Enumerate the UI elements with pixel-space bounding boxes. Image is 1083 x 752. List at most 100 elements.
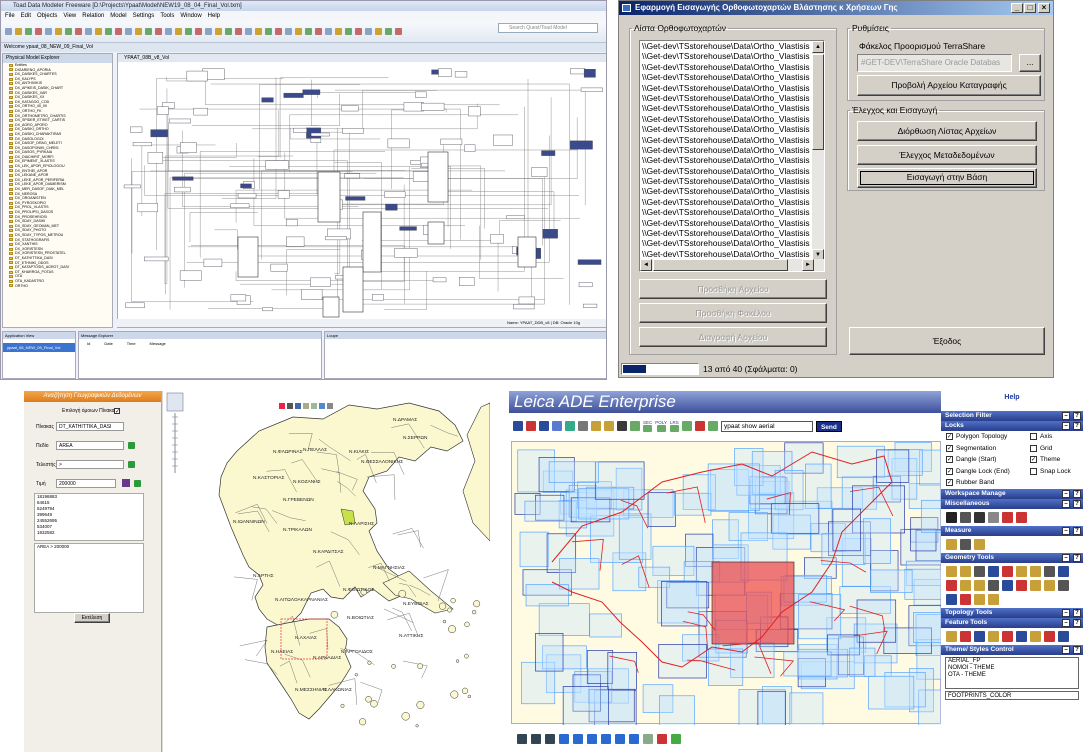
toolbar-icon[interactable] (25, 28, 32, 35)
section-header[interactable]: Workspace Manage –? (941, 488, 1083, 499)
footprint-color-item[interactable]: FOOTPRINTS_COLOR (945, 690, 1079, 700)
toolbar-icon[interactable] (365, 28, 372, 35)
lock-option[interactable]: ✓ Dangle (Start) (941, 454, 1025, 466)
toolbar-icon[interactable] (85, 28, 92, 35)
save-icon[interactable] (122, 479, 130, 487)
ortho-file-item[interactable]: \\Get-dev\TSstorehouse\Data\Ortho_Vlasti… (640, 228, 810, 238)
toolbar-icon[interactable] (65, 28, 72, 35)
ortho-file-item[interactable]: \\Get-dev\TSstorehouse\Data\Ortho_Vlasti… (640, 176, 810, 186)
lock-checkbox[interactable]: ✓ (946, 456, 953, 464)
toolbar-icon[interactable] (195, 28, 202, 35)
toolbar-icon[interactable] (105, 28, 112, 35)
nav-icon[interactable] (545, 734, 555, 744)
nav-icon[interactable] (601, 734, 611, 744)
tool-icon[interactable] (974, 538, 985, 550)
tool-icon[interactable] (1016, 565, 1027, 577)
toolbar-icon[interactable] (165, 28, 172, 35)
toolbar-icon[interactable] (315, 28, 322, 35)
add-operator-icon[interactable] (128, 461, 135, 468)
lock-option[interactable]: Snap Lock (1025, 466, 1071, 478)
tool-icon[interactable] (1044, 565, 1055, 577)
toolbar-icon[interactable] (325, 28, 332, 35)
scroll-right-icon[interactable]: ► (802, 259, 814, 271)
select-all-checkbox[interactable]: ✓ (114, 408, 120, 415)
tool-icon[interactable] (960, 630, 971, 642)
toolbar-icon[interactable] (245, 28, 252, 35)
close-icon[interactable]: × (1038, 3, 1050, 13)
import-to-db-button[interactable]: Εισαγωγή στην Βάση (857, 168, 1037, 188)
ortho-file-item[interactable]: \\Get-dev\TSstorehouse\Data\Ortho_Vlasti… (640, 124, 810, 134)
toolbar-icon[interactable] (145, 28, 152, 35)
ortho-file-list[interactable]: \\Get-dev\TSstorehouse\Data\Ortho_Vlasti… (639, 40, 825, 272)
help-icon[interactable]: ? (1073, 645, 1081, 654)
menu-item[interactable]: Help (208, 11, 220, 21)
tool-icon[interactable] (1058, 630, 1069, 642)
toolbar-icon[interactable] (385, 28, 392, 35)
tool-icon[interactable] (1030, 579, 1041, 591)
toolbar-icon[interactable] (175, 28, 182, 35)
query-box[interactable]: AREA > 200000 (34, 543, 144, 613)
toolbar-icon[interactable] (235, 28, 242, 35)
ortho-file-item[interactable]: \\Get-dev\TSstorehouse\Data\Ortho_Vlasti… (640, 51, 810, 61)
tool-icon[interactable] (960, 593, 971, 605)
ortho-file-item[interactable]: \\Get-dev\TSstorehouse\Data\Ortho_Vlasti… (640, 135, 810, 145)
toolbar-icon[interactable] (707, 421, 718, 431)
tool-icon[interactable] (1044, 630, 1055, 642)
tool-icon[interactable] (1030, 630, 1041, 642)
tool-icon[interactable] (946, 593, 957, 605)
section-header[interactable]: Measure –? (941, 525, 1083, 536)
result-item[interactable]: 1832582 (37, 530, 143, 536)
tool-icon[interactable] (988, 593, 999, 605)
nav-icon[interactable] (629, 734, 639, 744)
toolbar-icon[interactable] (275, 28, 282, 35)
toolbar-icon[interactable] (265, 28, 272, 35)
ortho-file-item[interactable]: \\Get-dev\TSstorehouse\Data\Ortho_Vlasti… (640, 72, 810, 82)
help-icon[interactable]: ? (1073, 618, 1081, 627)
lock-checkbox[interactable] (1030, 444, 1037, 452)
toolbar-icon[interactable] (15, 28, 22, 35)
destination-field[interactable]: #GET-DEV\TerraShare Oracle Databas (857, 54, 1012, 72)
help-icon[interactable]: ? (1073, 553, 1081, 562)
tool-icon[interactable] (960, 579, 971, 591)
nav-icon[interactable] (531, 734, 541, 744)
collapse-icon[interactable]: – (1062, 499, 1070, 508)
toolbar-icon[interactable] (95, 28, 102, 35)
lock-option[interactable]: ✓ Theme (1025, 454, 1071, 466)
nav-icon[interactable] (573, 734, 583, 744)
ortho-file-item[interactable]: \\Get-dev\TSstorehouse\Data\Ortho_Vlasti… (640, 103, 810, 113)
help-icon[interactable]: ? (1073, 412, 1081, 420)
lock-checkbox[interactable]: ✓ (946, 479, 953, 487)
toolbar-icon[interactable] (513, 421, 523, 431)
help-icon[interactable]: ? (1073, 489, 1081, 498)
lock-option[interactable]: Grid (1025, 443, 1071, 455)
toolbar-icon[interactable] (591, 421, 601, 431)
menu-item[interactable]: Model (110, 11, 126, 21)
add-file-button[interactable]: Προσθήκη Αρχείου (639, 279, 827, 299)
ortho-file-item[interactable]: \\Get-dev\TSstorehouse\Data\Ortho_Vlasti… (640, 166, 810, 176)
toolbar-icon[interactable] (135, 28, 142, 35)
collapse-icon[interactable]: – (1062, 526, 1070, 535)
layer-tool-icon[interactable]: SEC (643, 420, 652, 432)
tool-icon[interactable] (974, 579, 985, 591)
toolbar-icon[interactable] (539, 421, 549, 431)
lock-checkbox[interactable]: ✓ (946, 444, 953, 452)
menu-item[interactable]: Window (180, 11, 201, 21)
toad-entity-tree[interactable]: Entities DIGARIENO_APORIA DX_DASIKES_CHART… (3, 63, 112, 288)
operator-select[interactable]: > (56, 460, 124, 469)
section-header[interactable]: Geometry Tools –? (941, 552, 1083, 563)
tool-icon[interactable] (1002, 579, 1013, 591)
tool-icon[interactable] (974, 511, 985, 523)
check-metadata-button[interactable]: Έλεγχος Μεταδεδομένων (857, 145, 1037, 165)
menu-item[interactable]: File (5, 11, 15, 21)
add-value-icon[interactable] (134, 480, 141, 487)
command-input[interactable]: ypaat show aerial (720, 420, 813, 432)
tool-icon[interactable] (974, 593, 985, 605)
value-input[interactable]: 200000 (56, 479, 116, 488)
tool-icon[interactable] (946, 630, 957, 642)
toolbar-icon[interactable] (115, 28, 122, 35)
toolbar-icon[interactable] (335, 28, 342, 35)
theme-item[interactable]: NOMOI - THEME (948, 665, 1078, 672)
fix-list-button[interactable]: Διόρθωση Λίστας Αρχείων (857, 121, 1037, 141)
view-log-button[interactable]: Προβολή Αρχείου Καταγραφής (857, 75, 1041, 96)
section-header[interactable]: Topology Tools –? (941, 607, 1083, 618)
